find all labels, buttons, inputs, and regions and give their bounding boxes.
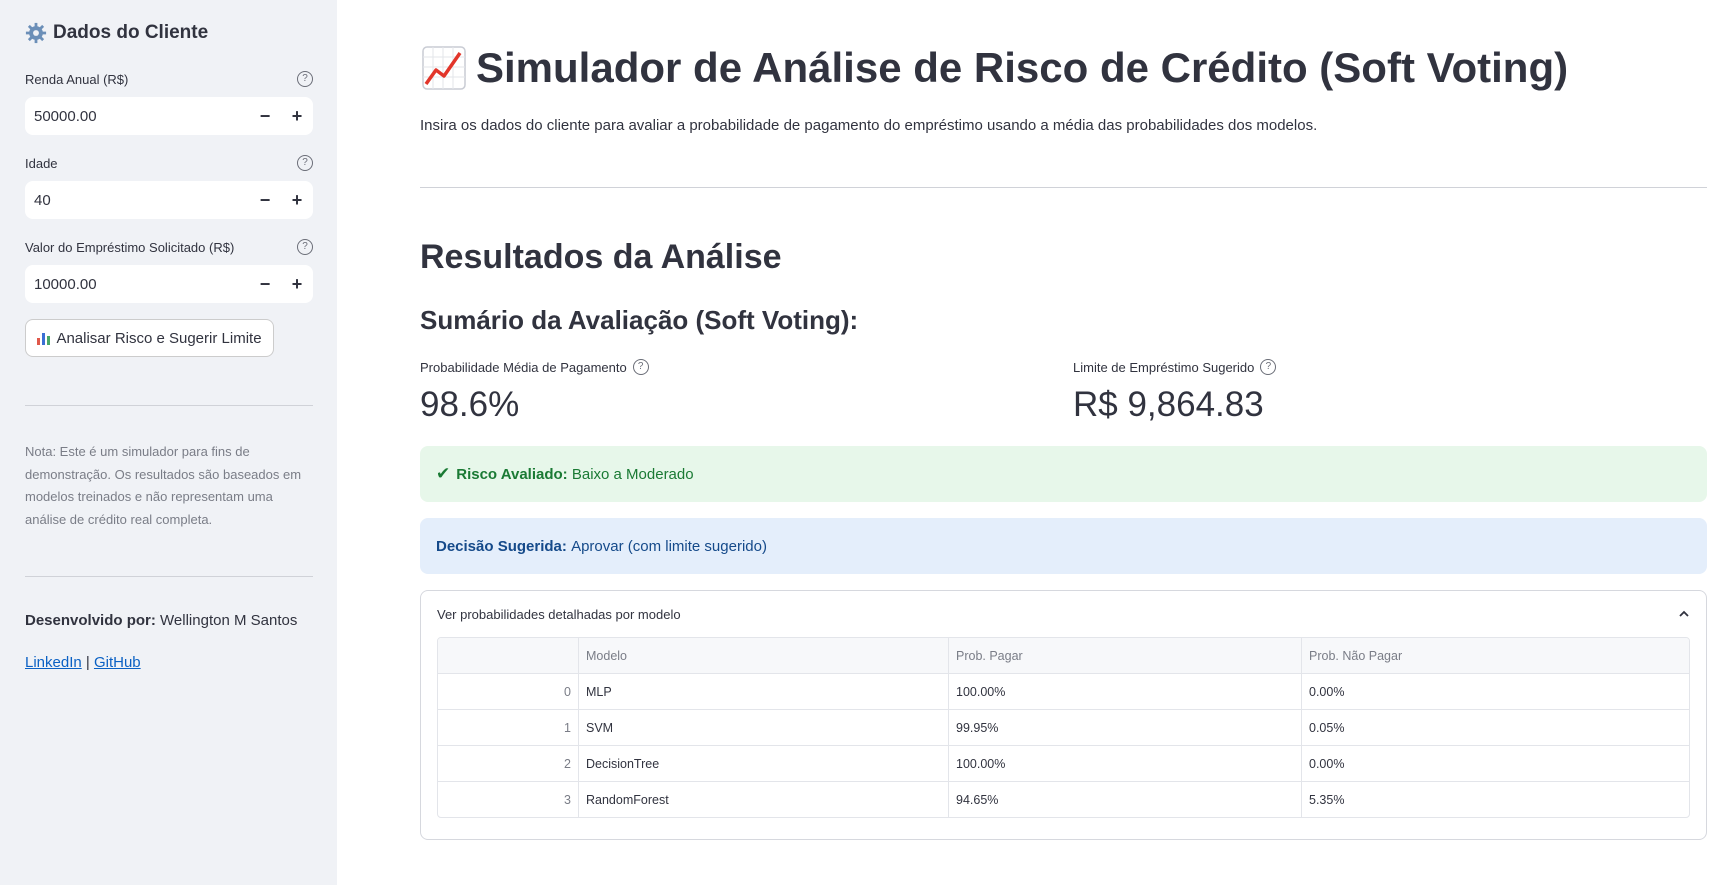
help-icon[interactable]: ? (297, 155, 313, 171)
age-input[interactable] (25, 180, 249, 220)
page-title: Simulador de Análise de Risco de Crédito… (420, 44, 1568, 92)
risk-value: Baixo a Moderado (571, 465, 694, 483)
developer-label: Desenvolvido por: (25, 612, 156, 629)
row-index: 0 (438, 673, 579, 710)
decision-alert: Decisão Sugerida: Aprovar (com limite su… (420, 518, 1707, 574)
column-header: Prob. Pagar (948, 638, 1302, 674)
prob-pay-cell: 94.65% (948, 781, 1302, 817)
increment-button[interactable]: + (281, 274, 313, 295)
results-heading: Resultados da Análise (420, 238, 782, 276)
divider (25, 576, 313, 577)
metric-label: Probabilidade Média de Pagamento (420, 359, 627, 375)
age-label: Idade (25, 155, 58, 171)
gear-icon (25, 22, 47, 44)
decrement-button[interactable]: − (249, 106, 281, 127)
annual-income-stepper: − + (25, 96, 313, 136)
model-cell: SVM (578, 709, 949, 746)
probabilities-table: Modelo Prob. Pagar Prob. Não Pagar 0 MLP… (437, 637, 1690, 818)
sidebar: Dados do Cliente Renda Anual (R$) ? − + … (0, 0, 337, 885)
social-links: LinkedIn | GitHub (25, 654, 141, 671)
prob-nopay-cell: 0.00% (1301, 745, 1689, 782)
linkedin-link[interactable]: LinkedIn (25, 654, 82, 671)
developer-credit: Desenvolvido por: Wellington M Santos (25, 612, 297, 629)
sidebar-title: Dados do Cliente (25, 22, 208, 44)
increment-button[interactable]: + (281, 106, 313, 127)
loan-amount-stepper: − + (25, 264, 313, 304)
divider (25, 405, 313, 406)
summary-heading: Sumário da Avaliação (Soft Voting): (420, 305, 859, 335)
prob-nopay-cell: 5.35% (1309, 792, 1345, 807)
decrement-button[interactable]: − (249, 274, 281, 295)
annual-income-input[interactable] (25, 96, 249, 136)
expander-header[interactable]: Ver probabilidades detalhadas por modelo (421, 591, 1706, 637)
table-row: 2 DecisionTree 100.00% 0.00% (438, 745, 1689, 782)
model-cell: DecisionTree (578, 745, 949, 782)
index-header (438, 638, 579, 674)
disclaimer-note: Nota: Este é um simulador para fins de d… (25, 444, 302, 527)
model-cell: MLP (578, 673, 949, 710)
annual-income-field: Renda Anual (R$) ? − + (25, 70, 313, 136)
suggested-limit-metric: Limite de Empréstimo Sugerido ? R$ 9,864… (1073, 359, 1277, 425)
loan-amount-input[interactable] (25, 264, 249, 304)
prob-nopay-cell: 0.05% (1301, 709, 1689, 746)
metric-value: 98.6% (420, 385, 520, 424)
row-index: 2 (438, 745, 579, 782)
sidebar-title-text: Dados do Cliente (53, 22, 209, 43)
model-probabilities-expander: Ver probabilidades detalhadas por modelo… (420, 590, 1707, 840)
chevron-up-icon[interactable] (1678, 608, 1690, 620)
table-row: 3 RandomForest 94.65% 5.35% (438, 781, 1689, 817)
column-header: Modelo (578, 638, 949, 674)
risk-label: Risco Avaliado: (456, 465, 568, 483)
link-separator: | (85, 654, 90, 671)
bar-chart-icon (37, 331, 51, 345)
metric-value: R$ 9,864.83 (1073, 385, 1264, 424)
decision-label: Decisão Sugerida: (436, 537, 567, 555)
help-icon[interactable]: ? (1260, 359, 1277, 375)
decision-value: Aprovar (com limite sugerido) (571, 537, 767, 555)
prob-pay-cell: 99.95% (948, 709, 1302, 746)
column-header: Prob. Não Pagar (1301, 638, 1689, 674)
loan-amount-label: Valor do Empréstimo Solicitado (R$) (25, 239, 235, 255)
increment-button[interactable]: + (281, 190, 313, 211)
check-icon: ✔ (436, 464, 451, 483)
age-field: Idade ? − + (25, 154, 313, 220)
prob-pay-cell: 100.00% (948, 673, 1302, 710)
table-row: 0 MLP 100.00% 0.00% (438, 673, 1689, 710)
loan-amount-field: Valor do Empréstimo Solicitado (R$) ? − … (25, 238, 313, 304)
prob-pay-cell: 100.00% (948, 745, 1302, 782)
analyze-risk-button-label: Analisar Risco e Sugerir Limite (56, 329, 262, 347)
annual-income-label: Renda Anual (R$) (25, 71, 129, 87)
developer-name: Wellington M Santos (160, 612, 298, 629)
page-title-text: Simulador de Análise de Risco de Crédito… (476, 44, 1569, 91)
table-header-row: Modelo Prob. Pagar Prob. Não Pagar (438, 638, 1689, 674)
divider (420, 187, 1707, 188)
metric-label: Limite de Empréstimo Sugerido (1073, 359, 1255, 375)
prob-nopay-cell: 0.00% (1301, 673, 1689, 710)
help-icon[interactable]: ? (632, 359, 649, 375)
chart-increasing-icon (422, 46, 466, 90)
expander-title: Ver probabilidades detalhadas por modelo (437, 606, 681, 622)
row-index: 1 (438, 709, 579, 746)
risk-assessment-alert: ✔ Risco Avaliado: Baixo a Moderado (420, 446, 1707, 502)
model-cell: RandomForest (578, 781, 949, 817)
row-index: 3 (438, 781, 579, 817)
age-stepper: − + (25, 180, 313, 220)
help-icon[interactable]: ? (297, 239, 313, 255)
table-row: 1 SVM 99.95% 0.05% (438, 709, 1689, 746)
decrement-button[interactable]: − (249, 190, 281, 211)
page-subtitle: Insira os dados do cliente para avaliar … (420, 117, 1318, 134)
avg-payment-probability-metric: Probabilidade Média de Pagamento ? 98.6% (420, 359, 649, 425)
analyze-risk-button[interactable]: Analisar Risco e Sugerir Limite (25, 319, 274, 357)
github-link[interactable]: GitHub (94, 654, 141, 671)
help-icon[interactable]: ? (297, 71, 313, 87)
